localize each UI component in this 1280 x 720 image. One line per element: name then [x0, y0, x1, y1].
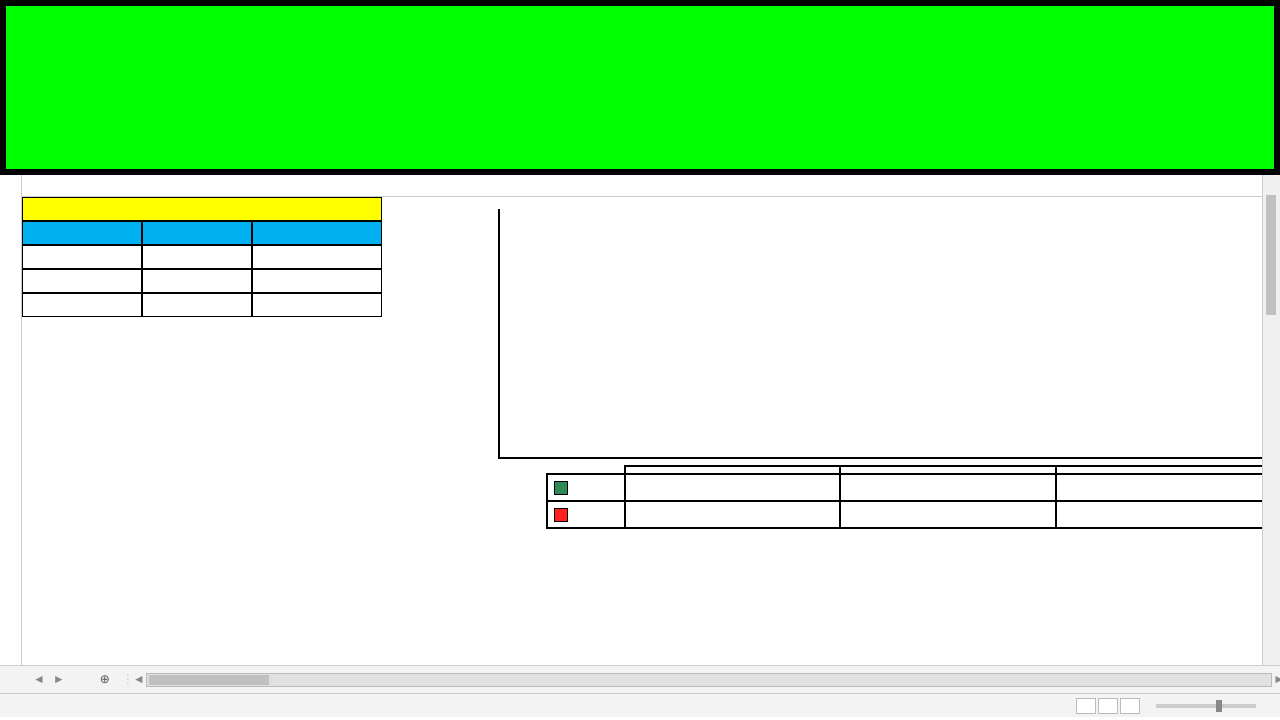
- grid: [22, 175, 1280, 665]
- cat-mar: [1056, 466, 1271, 474]
- cat-jan: [625, 466, 840, 474]
- mar-2017[interactable]: [142, 293, 252, 317]
- hscroll-left-icon[interactable]: ◄: [133, 672, 145, 687]
- column-headers: [22, 175, 1280, 197]
- chart-plot-area: [482, 209, 1272, 459]
- banner: [0, 0, 1280, 175]
- scrollbar-thumb[interactable]: [1266, 195, 1276, 315]
- sheet-tabs-bar: ◄ ► ⊕ ⋮ ◄ ►: [0, 665, 1280, 693]
- jan-2017[interactable]: [142, 245, 252, 269]
- view-normal-icon[interactable]: [1076, 698, 1096, 714]
- swatch-2018-icon: [554, 508, 568, 522]
- hscroll-right-icon[interactable]: ►: [1273, 672, 1280, 687]
- view-buttons[interactable]: [1076, 698, 1140, 714]
- month-mar[interactable]: [22, 293, 142, 317]
- row-headers: [0, 175, 22, 665]
- y-axis-label: [482, 209, 486, 459]
- month-feb[interactable]: [22, 269, 142, 293]
- feb-2017[interactable]: [142, 269, 252, 293]
- dt-mar-2017: [1056, 474, 1271, 501]
- tab-nav-prev-icon[interactable]: ◄: [30, 672, 48, 687]
- plot: [498, 209, 1272, 459]
- zoom-slider[interactable]: [1156, 704, 1256, 708]
- spreadsheet-area: [0, 175, 1280, 665]
- tab-nav[interactable]: ◄ ►: [30, 672, 68, 687]
- month-jan[interactable]: [22, 245, 142, 269]
- cat-feb: [840, 466, 1055, 474]
- chart-data-table: [546, 465, 1272, 529]
- view-break-icon[interactable]: [1120, 698, 1140, 714]
- status-bar: [0, 693, 1280, 717]
- dt-jan-2018: [625, 501, 840, 528]
- chart[interactable]: [482, 203, 1272, 633]
- legend-2017: [547, 474, 625, 501]
- view-page-icon[interactable]: [1098, 698, 1118, 714]
- jan-2018[interactable]: [252, 245, 382, 269]
- header-2018[interactable]: [252, 221, 382, 245]
- dt-feb-2017: [840, 474, 1055, 501]
- dt-feb-2018: [840, 501, 1055, 528]
- swatch-2017-icon: [554, 481, 568, 495]
- header-2017[interactable]: [142, 221, 252, 245]
- zoom-thumb[interactable]: [1216, 700, 1222, 712]
- cells[interactable]: [22, 197, 382, 317]
- tab-nav-next-icon[interactable]: ►: [50, 672, 68, 687]
- header-blank[interactable]: [22, 221, 142, 245]
- y-axis-ticks: [486, 209, 498, 459]
- mar-2018[interactable]: [252, 293, 382, 317]
- tabs-more[interactable]: [76, 676, 92, 684]
- dt-mar-2018: [1056, 501, 1271, 528]
- table-title-cell[interactable]: [22, 197, 382, 221]
- legend-2018: [547, 501, 625, 528]
- feb-2018[interactable]: [252, 269, 382, 293]
- dt-jan-2017: [625, 474, 840, 501]
- add-sheet-icon[interactable]: ⊕: [92, 668, 118, 691]
- hscroll-thumb[interactable]: [149, 675, 269, 685]
- vertical-scrollbar[interactable]: [1262, 175, 1280, 665]
- horizontal-scrollbar[interactable]: ◄ ►: [146, 673, 1272, 687]
